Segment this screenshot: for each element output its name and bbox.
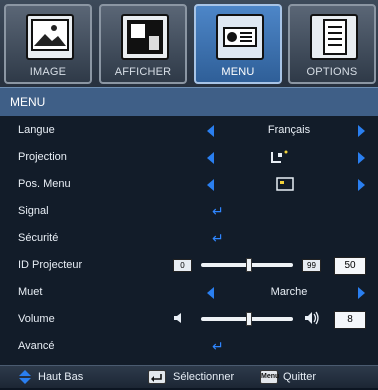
row-label: Avancé — [18, 340, 55, 352]
speaker-high-icon — [303, 310, 321, 331]
select-hint: Sélectionner — [173, 371, 235, 383]
row-label: Pos. Menu — [18, 178, 71, 190]
row-muet[interactable]: Muet Marche — [0, 278, 378, 305]
menu-title: MENU — [10, 95, 46, 109]
row-value: Marche — [270, 286, 308, 298]
tab-image[interactable]: IMAGE — [4, 4, 92, 84]
row-langue[interactable]: Langue Français — [0, 116, 378, 143]
row-id-projecteur[interactable]: ID Projecteur 0 99 50 — [0, 251, 378, 278]
row-label: Projection — [18, 151, 67, 163]
arrow-left-icon[interactable] — [207, 125, 214, 137]
tab-label: AFFICHER — [114, 66, 172, 78]
projector-menu-icon — [216, 14, 264, 60]
arrow-left-icon[interactable] — [207, 152, 214, 164]
tab-menu[interactable]: MENU — [194, 4, 282, 84]
arrow-left-icon[interactable] — [207, 287, 214, 299]
speaker-low-icon — [172, 311, 186, 330]
image-icon — [26, 14, 74, 60]
enter-icon[interactable]: ↵ — [212, 231, 224, 245]
footer-help-bar: Haut Bas Sélectionner Menu Quitter — [0, 365, 378, 388]
row-label: Muet — [18, 286, 43, 298]
menu-key-icon: Menu — [260, 370, 279, 384]
menu-position-icon — [276, 177, 296, 196]
projection-mode-icon — [270, 150, 290, 169]
slider-min-label: 0 — [173, 259, 192, 272]
row-pos-menu[interactable]: Pos. Menu — [0, 170, 378, 197]
arrow-left-icon[interactable] — [207, 179, 214, 191]
row-label: Volume — [18, 313, 55, 325]
row-volume[interactable]: Volume 8 — [0, 305, 378, 332]
row-label: Langue — [18, 124, 55, 136]
menu-header: MENU — [0, 87, 378, 116]
arrow-right-icon[interactable] — [358, 152, 365, 164]
display-icon — [121, 14, 169, 60]
quit-hint: Quitter — [283, 371, 317, 383]
row-label: ID Projecteur — [18, 259, 83, 271]
tab-label: MENU — [221, 66, 255, 78]
arrow-right-icon[interactable] — [358, 287, 365, 299]
enter-icon[interactable]: ↵ — [212, 204, 224, 218]
tab-afficher[interactable]: AFFICHER — [99, 4, 187, 84]
tab-options[interactable]: OPTIONS — [288, 4, 376, 84]
tab-label: OPTIONS — [306, 66, 358, 78]
row-projection[interactable]: Projection — [0, 143, 378, 170]
row-signal[interactable]: Signal ↵ — [0, 197, 378, 224]
id-value-box: 50 — [334, 257, 366, 275]
menu-list: Langue Français Projection Pos. Menu Sig… — [0, 116, 378, 365]
options-icon — [310, 14, 358, 60]
volume-slider-knob[interactable] — [246, 312, 252, 326]
top-tab-bar: IMAGE AFFICHER MENU OPTIONS — [0, 0, 378, 87]
tab-label: IMAGE — [29, 66, 67, 78]
volume-value-box: 8 — [334, 311, 366, 329]
id-slider-knob[interactable] — [246, 258, 252, 272]
arrow-right-icon[interactable] — [358, 125, 365, 137]
nav-hint: Haut Bas — [38, 371, 84, 383]
row-label: Signal — [18, 205, 49, 217]
row-label: Sécurité — [18, 232, 59, 244]
arrow-right-icon[interactable] — [358, 179, 365, 191]
enter-key-icon — [148, 370, 166, 384]
osd-menu: IMAGE AFFICHER MENU OPTIONS MENU Langue … — [0, 0, 378, 388]
row-avance[interactable]: Avancé ↵ — [0, 332, 378, 359]
enter-icon[interactable]: ↵ — [212, 339, 224, 353]
row-value: Français — [267, 124, 311, 136]
slider-max-label: 99 — [302, 259, 321, 272]
row-securite[interactable]: Sécurité ↵ — [0, 224, 378, 251]
